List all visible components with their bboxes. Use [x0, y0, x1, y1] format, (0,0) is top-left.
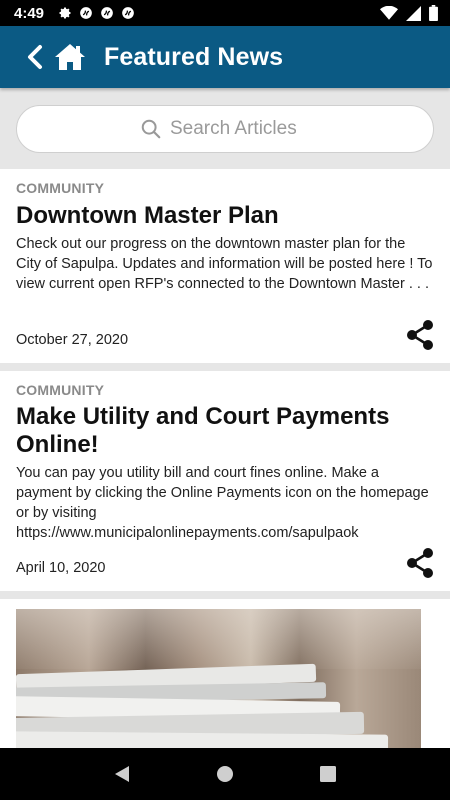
settings-icon: [59, 7, 71, 19]
status-bar: 4:49: [0, 0, 450, 26]
circle-home-icon: [216, 766, 233, 782]
search-icon: [141, 119, 161, 138]
status-notification-icons: [58, 6, 135, 20]
chevron-left-icon: [28, 45, 42, 69]
article-card[interactable]: [0, 599, 450, 748]
article-title[interactable]: Make Utility and Court Payments Online!: [16, 403, 426, 459]
wifi-icon: [380, 6, 398, 20]
article-summary: Check out our progress on the downtown m…: [16, 236, 433, 292]
image-background: [16, 609, 421, 669]
article-date: October 27, 2020: [16, 332, 129, 348]
article-summary: You can pay you utility bill and court f…: [16, 465, 429, 541]
triangle-back-icon: [114, 766, 129, 782]
nav-home-button[interactable]: [205, 754, 245, 794]
article-date: April 10, 2020: [16, 560, 106, 576]
sync-icon: [80, 7, 92, 19]
search-input[interactable]: [170, 117, 310, 140]
article-title[interactable]: Downtown Master Plan: [16, 202, 426, 230]
sync-icon: [101, 7, 113, 19]
page-title: Featured News: [104, 42, 284, 71]
square-recents-icon: [320, 766, 337, 782]
app-bar: Featured News: [0, 26, 450, 88]
article-image[interactable]: [16, 609, 421, 748]
battery-icon: [429, 5, 438, 21]
share-icon: [407, 548, 433, 578]
status-time: 4:49: [14, 4, 45, 22]
share-button[interactable]: [404, 318, 436, 352]
article-category: COMMUNITY: [16, 382, 105, 398]
screen: 4:49 Featured News COMMUNITY Do: [0, 0, 450, 800]
system-nav-bar: [0, 748, 450, 800]
article-category: COMMUNITY: [16, 180, 105, 196]
nav-back-button[interactable]: [102, 754, 142, 794]
signal-icon: [406, 5, 421, 21]
newspaper-stack: [16, 731, 389, 748]
share-icon: [407, 320, 433, 350]
home-button[interactable]: [52, 37, 88, 77]
article-card[interactable]: COMMUNITY Downtown Master Plan Check out…: [0, 169, 450, 363]
home-icon: [55, 44, 85, 70]
nav-recents-button[interactable]: [308, 754, 348, 794]
sync-icon: [122, 7, 134, 19]
search-bar[interactable]: [16, 104, 434, 153]
status-system-icons: [380, 5, 438, 21]
search-area: [0, 88, 450, 169]
article-card[interactable]: COMMUNITY Make Utility and Court Payment…: [0, 371, 450, 591]
back-button[interactable]: [20, 37, 50, 77]
share-button[interactable]: [404, 546, 436, 580]
